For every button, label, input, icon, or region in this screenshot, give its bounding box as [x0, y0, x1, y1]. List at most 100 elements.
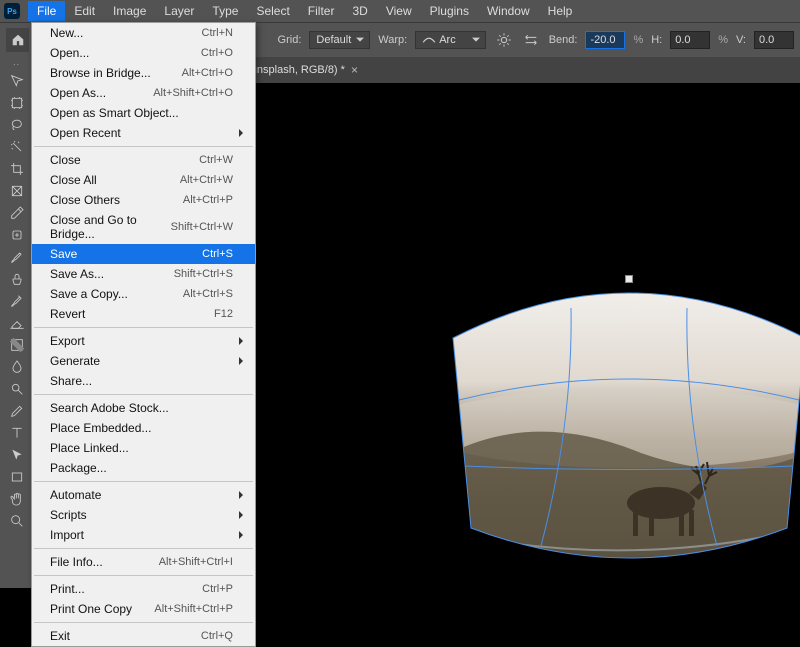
- file-menu-item[interactable]: RevertF12: [32, 304, 255, 324]
- h-input[interactable]: [670, 31, 710, 49]
- tool-clone-stamp[interactable]: [4, 268, 30, 290]
- file-menu-item[interactable]: Open As...Alt+Shift+Ctrl+O: [32, 83, 255, 103]
- file-menu-item[interactable]: Print One Copy Alt+Shift+Ctrl+P: [32, 599, 255, 619]
- menu-item-label: Revert: [50, 307, 85, 321]
- menu-filter[interactable]: Filter: [299, 1, 344, 21]
- menu-window[interactable]: Window: [478, 1, 539, 21]
- menu-item-shortcut: Alt+Ctrl+W: [180, 174, 233, 186]
- file-menu-item[interactable]: Save a Copy...Alt+Ctrl+S: [32, 284, 255, 304]
- file-menu-item[interactable]: Close OthersAlt+Ctrl+P: [32, 190, 255, 210]
- file-menu-item[interactable]: ExitCtrl+Q: [32, 626, 255, 646]
- toolbar-grip[interactable]: ∙∙: [13, 59, 20, 69]
- tool-type[interactable]: [4, 422, 30, 444]
- warp-label: Warp:: [378, 34, 407, 46]
- tool-eraser[interactable]: [4, 312, 30, 334]
- move-icon: [9, 73, 25, 89]
- tool-crop[interactable]: [4, 158, 30, 180]
- tool-pen[interactable]: [4, 400, 30, 422]
- menu-image[interactable]: Image: [104, 1, 155, 21]
- file-menu-item[interactable]: Open Recent: [32, 123, 255, 143]
- menu-item-label: Close: [50, 153, 81, 167]
- file-menu-item[interactable]: Generate: [32, 351, 255, 371]
- menu-item-label: Save: [50, 247, 77, 261]
- menu-help[interactable]: Help: [539, 1, 582, 21]
- tab-title: o-unsplash, RGB/8) *: [241, 64, 345, 76]
- menu-separator: [34, 622, 253, 623]
- file-menu-item[interactable]: Automate: [32, 485, 255, 505]
- menubar: Ps FileEditImageLayerTypeSelectFilter3DV…: [0, 0, 800, 22]
- menu-item-label: Print One Copy: [50, 602, 132, 616]
- tool-hand[interactable]: [4, 488, 30, 510]
- warp-options-icon[interactable]: [494, 30, 513, 50]
- tool-artboard[interactable]: [4, 92, 30, 114]
- menu-select[interactable]: Select: [247, 1, 298, 21]
- file-menu-item[interactable]: Export: [32, 331, 255, 351]
- pen-icon: [9, 403, 25, 419]
- menu-separator: [34, 327, 253, 328]
- file-menu-item[interactable]: Place Embedded...: [32, 418, 255, 438]
- file-menu-item[interactable]: New...Ctrl+N: [32, 23, 255, 43]
- file-menu-item[interactable]: Open...Ctrl+O: [32, 43, 255, 63]
- menu-edit[interactable]: Edit: [65, 1, 104, 21]
- file-menu-item[interactable]: CloseCtrl+W: [32, 150, 255, 170]
- file-menu-item[interactable]: SaveCtrl+S: [32, 244, 255, 264]
- menu-type[interactable]: Type: [203, 1, 247, 21]
- menu-plugins[interactable]: Plugins: [421, 1, 478, 21]
- tool-zoom[interactable]: [4, 510, 30, 532]
- menu-item-label: Generate: [50, 354, 100, 368]
- v-input[interactable]: [754, 31, 794, 49]
- menu-separator: [34, 575, 253, 576]
- tool-magic-wand[interactable]: [4, 136, 30, 158]
- warped-image[interactable]: [441, 278, 800, 574]
- file-menu-item[interactable]: Search Adobe Stock...: [32, 398, 255, 418]
- menu-separator: [34, 146, 253, 147]
- menu-item-shortcut: Alt+Shift+Ctrl+I: [159, 556, 233, 568]
- menu-item-label: Scripts: [50, 508, 87, 522]
- menu-item-shortcut: Alt+Shift+Ctrl+P: [154, 603, 233, 615]
- home-button[interactable]: [6, 28, 29, 52]
- menu-layer[interactable]: Layer: [155, 1, 203, 21]
- tool-gradient[interactable]: [4, 334, 30, 356]
- hand-icon: [9, 491, 25, 507]
- tool-history-brush[interactable]: [4, 290, 30, 312]
- file-menu-item[interactable]: Save As...Shift+Ctrl+S: [32, 264, 255, 284]
- tool-frame[interactable]: [4, 180, 30, 202]
- menu-item-label: Open as Smart Object...: [50, 106, 179, 120]
- file-menu-item[interactable]: Close AllAlt+Ctrl+W: [32, 170, 255, 190]
- file-menu-item[interactable]: Import: [32, 525, 255, 545]
- tab-close-icon[interactable]: ×: [351, 63, 358, 77]
- tool-brush[interactable]: [4, 246, 30, 268]
- file-menu-item[interactable]: Place Linked...: [32, 438, 255, 458]
- tool-dodge[interactable]: [4, 378, 30, 400]
- h-label: H:: [651, 34, 662, 46]
- menu-file[interactable]: File: [28, 1, 65, 21]
- menu-view[interactable]: View: [377, 1, 421, 21]
- tool-blur[interactable]: [4, 356, 30, 378]
- bend-label: Bend:: [549, 34, 578, 46]
- file-menu-item[interactable]: Package...: [32, 458, 255, 478]
- tool-spot-heal[interactable]: [4, 224, 30, 246]
- menu-item-label: Import: [50, 528, 84, 542]
- grid-label: Grid:: [278, 34, 302, 46]
- bend-input[interactable]: [585, 31, 625, 49]
- crop-icon: [9, 161, 25, 177]
- warp-dropdown[interactable]: Arc: [415, 31, 486, 49]
- file-menu-item[interactable]: Open as Smart Object...: [32, 103, 255, 123]
- file-menu-item[interactable]: Share...: [32, 371, 255, 391]
- tool-rectangle[interactable]: [4, 466, 30, 488]
- menu-separator: [34, 394, 253, 395]
- file-menu-item[interactable]: Browse in Bridge...Alt+Ctrl+O: [32, 63, 255, 83]
- tool-path-select[interactable]: [4, 444, 30, 466]
- grid-dropdown[interactable]: Default: [309, 31, 370, 49]
- file-menu-item[interactable]: Scripts: [32, 505, 255, 525]
- file-menu-item[interactable]: Print...Ctrl+P: [32, 579, 255, 599]
- tool-lasso[interactable]: [4, 114, 30, 136]
- lasso-icon: [9, 117, 25, 133]
- file-menu-item[interactable]: File Info...Alt+Shift+Ctrl+I: [32, 552, 255, 572]
- tool-move[interactable]: [4, 70, 30, 92]
- tool-eyedropper[interactable]: [4, 202, 30, 224]
- orientation-icon[interactable]: [521, 30, 540, 50]
- warp-top-handle[interactable]: [625, 275, 633, 283]
- file-menu-item[interactable]: Close and Go to Bridge...Shift+Ctrl+W: [32, 210, 255, 244]
- menu-3d[interactable]: 3D: [343, 1, 376, 21]
